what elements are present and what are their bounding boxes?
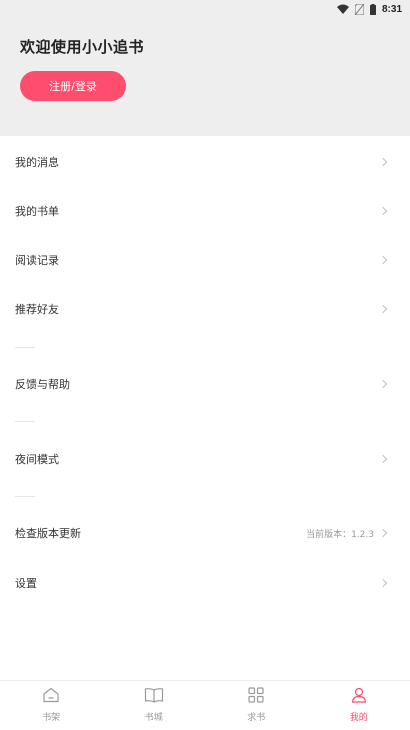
- chevron-right-icon: [378, 304, 388, 314]
- open-book-icon: [144, 687, 164, 707]
- battery-icon: [369, 3, 376, 15]
- menu-item-history[interactable]: 阅读记录: [0, 236, 410, 284]
- tab-label: 书架: [42, 713, 61, 723]
- menu-item-booklist[interactable]: 我的书单: [0, 187, 410, 235]
- no-sim-icon: [354, 3, 364, 15]
- profile-header: 欢迎使用小小追书 注册/登录: [0, 18, 410, 136]
- chevron-right-icon: [378, 454, 388, 464]
- home-icon: [42, 687, 60, 707]
- menu-item-label: 夜间模式: [15, 453, 59, 466]
- menu-item-label: 阅读记录: [15, 254, 59, 267]
- menu-item-messages[interactable]: 我的消息: [0, 138, 410, 186]
- tab-label: 求书: [247, 713, 266, 723]
- menu-item-label: 推荐好友: [15, 303, 59, 316]
- chevron-right-icon: [378, 206, 388, 216]
- grid-icon: [248, 687, 264, 707]
- chevron-right-icon: [378, 157, 388, 167]
- section-divider: [15, 496, 35, 497]
- menu-item-label: 我的书单: [15, 205, 59, 218]
- status-time: 8:31: [381, 3, 402, 15]
- menu-item-check-update[interactable]: 检查版本更新 当前版本：1.2.3: [0, 509, 410, 557]
- menu-item-recommend[interactable]: 推荐好友: [0, 285, 410, 333]
- register-login-button[interactable]: 注册/登录: [20, 71, 126, 101]
- chevron-right-icon: [378, 255, 388, 265]
- tab-shelf[interactable]: 书架: [0, 681, 103, 730]
- welcome-title: 欢迎使用小小追书: [20, 38, 145, 56]
- current-version: 当前版本：1.2.3: [306, 529, 374, 540]
- chevron-right-icon: [378, 528, 388, 538]
- bottom-tab-bar: 书架 书城 求书 我的: [0, 680, 410, 730]
- wifi-icon: [336, 4, 349, 14]
- section-divider: [15, 347, 35, 348]
- chevron-right-icon: [378, 578, 388, 588]
- menu-item-label: 我的消息: [15, 156, 59, 169]
- menu-item-label: 反馈与帮助: [15, 378, 70, 391]
- section-divider: [15, 421, 35, 422]
- tab-store[interactable]: 书城: [103, 681, 206, 730]
- menu-item-label: 检查版本更新: [15, 527, 81, 540]
- user-icon: [351, 687, 367, 707]
- chevron-right-icon: [378, 379, 388, 389]
- tab-mine[interactable]: 我的: [308, 681, 410, 730]
- menu-item-settings[interactable]: 设置: [0, 559, 410, 607]
- tab-label: 书城: [144, 713, 163, 723]
- tab-label: 我的: [349, 713, 368, 723]
- tab-request[interactable]: 求书: [205, 681, 308, 730]
- menu-item-night-mode[interactable]: 夜间模式: [0, 435, 410, 483]
- menu-item-label: 设置: [15, 577, 37, 590]
- menu-item-feedback[interactable]: 反馈与帮助: [0, 360, 410, 408]
- status-bar: 8:31: [0, 0, 410, 18]
